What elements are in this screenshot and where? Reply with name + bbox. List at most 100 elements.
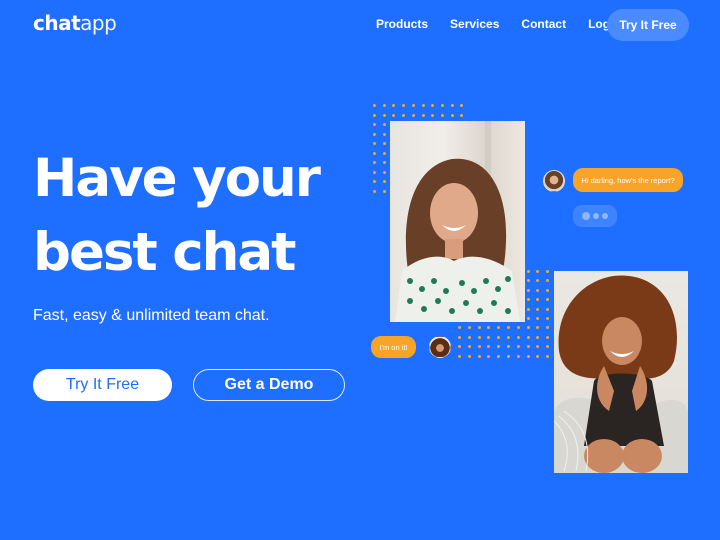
nav-services[interactable]: Services <box>450 9 499 39</box>
decor-dot <box>373 189 376 193</box>
decor-dot <box>467 345 471 349</box>
avatar-woman-curly-hair <box>429 336 451 358</box>
decor-dot <box>546 270 550 273</box>
decor-dot <box>382 123 386 126</box>
decor-dot <box>536 335 540 339</box>
decor-dot <box>460 104 464 107</box>
avatar-woman-smiling <box>543 170 565 192</box>
decor-dot <box>487 345 491 349</box>
decor-dot <box>382 113 386 117</box>
photo-woman-curly-hair <box>554 271 688 473</box>
nav-try-free-button[interactable]: Try It Free <box>607 9 689 41</box>
decor-dot <box>516 354 520 358</box>
decor-dot <box>373 132 376 136</box>
decor-dot <box>421 104 425 107</box>
decor-dot <box>546 279 550 283</box>
decor-dot <box>373 104 376 107</box>
photo-woman-smiling-illustration <box>395 121 520 322</box>
decor-dot <box>382 161 386 164</box>
decor-dot <box>467 335 471 339</box>
decor-dot <box>382 151 386 155</box>
decor-dot <box>373 180 376 183</box>
logo[interactable]: chatapp <box>33 10 117 36</box>
decor-dot <box>392 113 396 117</box>
main-nav: Products Services Contact Log In <box>376 9 646 39</box>
decor-dot <box>497 335 501 339</box>
decor-dot <box>536 298 540 302</box>
decor-dot <box>411 104 415 107</box>
decor-dot <box>467 326 471 330</box>
typing-dot <box>602 213 608 219</box>
decor-dot <box>477 345 481 349</box>
decor-dot <box>526 307 530 311</box>
decor-dot <box>450 104 454 107</box>
decor-dot <box>546 298 550 302</box>
decor-dot <box>516 326 520 330</box>
decor-dot <box>477 326 481 330</box>
decor-dot <box>467 354 471 358</box>
decor-dot <box>477 354 481 358</box>
decor-dot <box>526 298 530 302</box>
decor-dot <box>546 317 550 320</box>
decor-dot <box>460 113 464 117</box>
decor-dot <box>526 345 530 349</box>
headline-line-2: best chat <box>33 222 296 283</box>
decor-dot <box>546 326 550 330</box>
decor-dot <box>440 113 444 117</box>
logo-light: app <box>80 11 117 35</box>
decor-dot <box>382 132 386 136</box>
decor-dot <box>526 317 530 320</box>
decor-dot <box>526 279 530 283</box>
logo-bold: chat <box>33 11 81 35</box>
decor-dot <box>526 288 530 292</box>
decor-dot <box>546 288 550 292</box>
chat-bubble-incoming: Hi darling, how's the report? <box>573 168 683 192</box>
decor-dot <box>546 335 550 339</box>
decor-dot <box>487 335 491 339</box>
decor-dot <box>373 161 376 164</box>
decor-dot <box>458 354 461 358</box>
decor-dot <box>402 104 406 107</box>
hero-subtitle: Fast, easy & unlimited team chat. <box>33 307 270 324</box>
decor-dot <box>546 345 550 349</box>
decor-dot <box>536 288 540 292</box>
decor-dot <box>382 170 386 174</box>
get-demo-button[interactable]: Get a Demo <box>193 369 345 401</box>
decor-dot <box>536 326 540 330</box>
decor-dot <box>507 354 510 358</box>
decor-dot <box>526 354 530 358</box>
decor-dot <box>373 142 376 145</box>
decor-dot <box>487 354 491 358</box>
decor-dot <box>382 142 386 145</box>
decor-dot <box>526 270 530 273</box>
decor-dot <box>458 326 461 330</box>
decor-dot <box>373 151 376 155</box>
decor-dot <box>382 189 386 193</box>
decor-dot <box>458 335 461 339</box>
decor-dot <box>421 113 425 117</box>
typing-indicator <box>573 205 617 227</box>
nav-contact[interactable]: Contact <box>521 9 566 39</box>
decor-dot <box>373 113 376 117</box>
decor-dot <box>411 113 415 117</box>
decor-dot <box>536 317 540 320</box>
decor-dot <box>507 335 510 339</box>
photo-woman-smiling <box>390 121 525 322</box>
decor-dot <box>487 326 491 330</box>
photo-woman-curly-hair-illustration <box>554 275 688 473</box>
decor-dot <box>546 354 550 358</box>
nav-products[interactable]: Products <box>376 9 428 39</box>
decor-dot <box>497 345 501 349</box>
decor-dot <box>392 104 396 107</box>
decor-dot <box>458 345 461 349</box>
decor-dot <box>536 279 540 283</box>
decor-dot <box>526 326 530 330</box>
decor-dot <box>440 104 444 107</box>
decor-dot <box>450 113 454 117</box>
decor-dot <box>431 113 435 117</box>
try-free-button[interactable]: Try It Free <box>33 369 172 401</box>
decor-dot <box>536 307 540 311</box>
chat-bubble-outgoing: I'm on it! <box>371 336 416 358</box>
decor-dot <box>546 307 550 311</box>
typing-dot <box>593 213 599 219</box>
